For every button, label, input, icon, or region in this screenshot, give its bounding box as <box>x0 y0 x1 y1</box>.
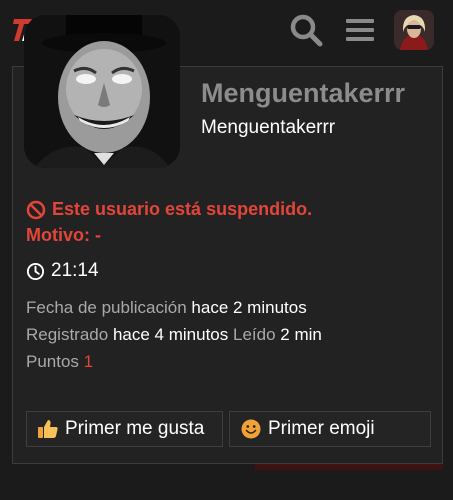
registered-value: hace 4 minutos <box>112 325 229 344</box>
time-value: 21:14 <box>51 260 99 281</box>
clock-icon <box>26 262 45 280</box>
first-like-button[interactable]: Primer me gusta <box>26 411 223 447</box>
registered-label: Registrado <box>26 325 109 344</box>
points-row: Puntos 1 <box>26 352 93 372</box>
display-name: Menguentakerrr <box>201 78 406 108</box>
published-label: Fecha de publicación <box>26 298 187 317</box>
registered-row: Registrado hace 4 minutos Leído 2 min <box>26 325 322 345</box>
suspended-text: Este usuario está suspendido. <box>52 199 313 219</box>
points-value: 1 <box>83 352 94 371</box>
smiley-icon <box>241 419 261 439</box>
read-value: 2 min <box>280 325 322 344</box>
points-label: Puntos <box>26 352 79 371</box>
hamburger-menu-icon[interactable] <box>343 12 379 48</box>
read-label: Leído <box>232 325 276 344</box>
profile-avatar[interactable] <box>24 15 180 168</box>
first-emoji-label: Primer emoji <box>268 418 375 439</box>
first-like-label: Primer me gusta <box>65 418 205 439</box>
suspension-reason: Motivo: - <box>26 225 101 245</box>
suspended-notice: Este usuario está suspendido. <box>26 199 312 220</box>
published-row: Fecha de publicación hace 2 minutos <box>26 298 307 318</box>
post-time: 21:14 <box>26 260 99 282</box>
user-avatar[interactable] <box>394 10 434 50</box>
accent-strip <box>255 464 443 470</box>
first-emoji-button[interactable]: Primer emoji <box>229 411 431 447</box>
username: Menguentakerrr <box>201 117 336 138</box>
ban-icon <box>26 200 46 219</box>
thumbs-up-icon <box>38 420 58 438</box>
published-value: hace 2 minutos <box>191 298 307 317</box>
search-icon[interactable] <box>288 12 324 48</box>
